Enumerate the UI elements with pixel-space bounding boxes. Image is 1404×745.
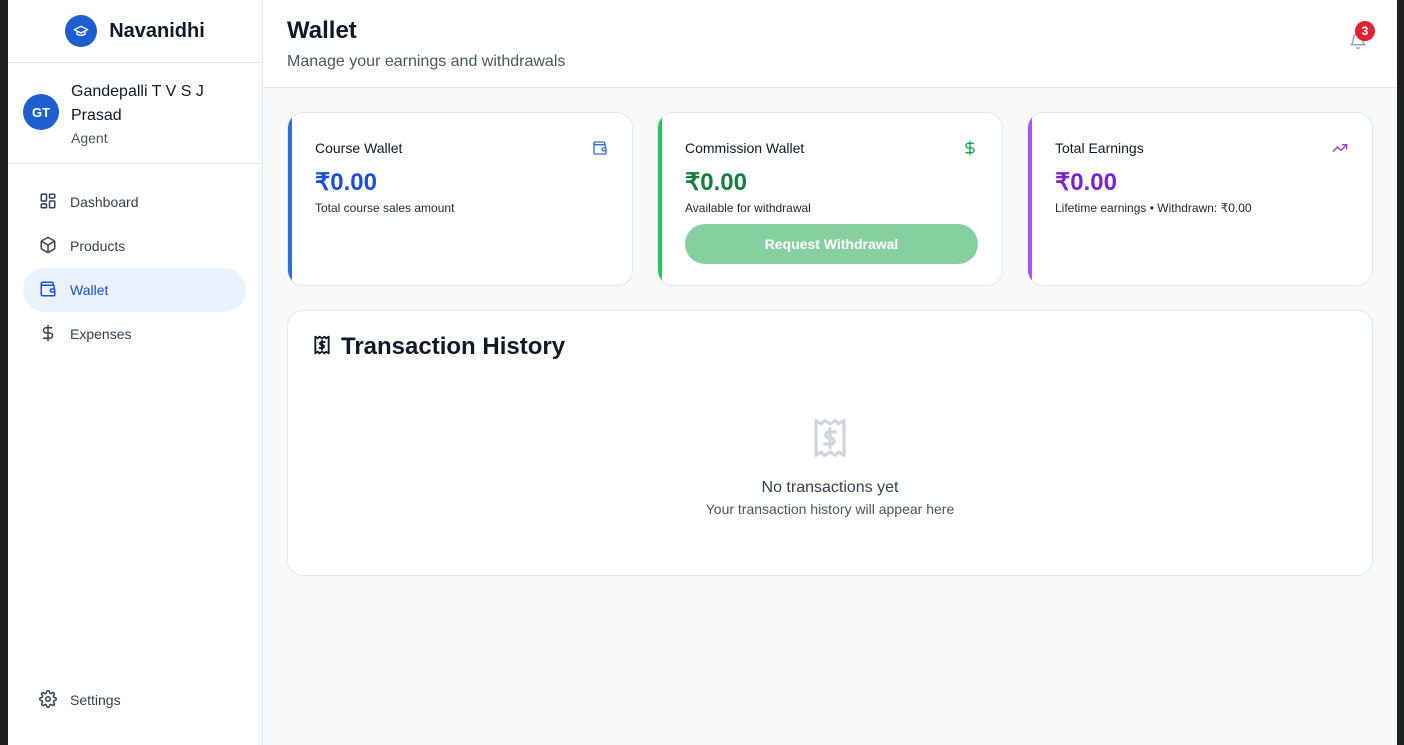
sidebar-item-label: Products xyxy=(70,238,126,254)
sidebar-item-label: Expenses xyxy=(70,326,132,342)
total-earnings-amount: ₹0.00 xyxy=(1055,169,1117,196)
wallet-icon xyxy=(39,280,57,301)
sidebar-item-expenses[interactable]: Expenses xyxy=(23,312,246,356)
dollar-sign-icon xyxy=(39,324,57,345)
empty-state-title: No transactions yet xyxy=(761,479,899,496)
card-label: Course Wallet xyxy=(315,140,403,156)
transaction-history-panel: Transaction History No transactions yet … xyxy=(287,310,1373,576)
user-profile: GT Gandepalli T V S J Prasad Agent xyxy=(8,63,262,164)
sidebar: Navanidhi GT Gandepalli T V S J Prasad A… xyxy=(8,0,263,745)
gear-icon xyxy=(39,689,57,711)
app-window: Navanidhi GT Gandepalli T V S J Prasad A… xyxy=(8,0,1397,745)
empty-state: No transactions yet Your transaction his… xyxy=(288,415,1372,517)
card-label: Commission Wallet xyxy=(685,140,805,156)
card-label: Total Earnings xyxy=(1055,140,1144,156)
section-title: Transaction History xyxy=(341,333,566,360)
wallet-icon xyxy=(592,140,608,156)
sidebar-item-settings[interactable]: Settings xyxy=(23,678,247,722)
card-description: Lifetime earnings • Withdrawn: ₹0.00 xyxy=(1055,201,1252,215)
sidebar-item-wallet[interactable]: Wallet xyxy=(23,268,246,312)
brand-header[interactable]: Navanidhi xyxy=(8,0,262,63)
sidebar-nav: Dashboard Products Wallet Expenses xyxy=(8,164,262,356)
request-withdrawal-button[interactable]: Request Withdrawal xyxy=(685,224,978,264)
notification-badge: 3 xyxy=(1355,21,1375,41)
brand-name: Navanidhi xyxy=(109,19,205,42)
main-content: Wallet Manage your earnings and withdraw… xyxy=(263,0,1397,745)
course-wallet-card: Course Wallet ₹0.00 Total course sales a… xyxy=(287,112,633,286)
sidebar-item-label: Wallet xyxy=(70,282,109,298)
course-wallet-amount: ₹0.00 xyxy=(315,169,377,196)
sidebar-item-products[interactable]: Products xyxy=(23,224,246,268)
dashboard-grid-icon xyxy=(39,192,57,213)
page-title: Wallet xyxy=(287,17,357,44)
sidebar-item-label: Dashboard xyxy=(70,194,139,210)
page-header: Wallet Manage your earnings and withdraw… xyxy=(263,0,1397,88)
user-role: Agent xyxy=(71,130,108,146)
user-name: Gandepalli T V S J Prasad xyxy=(71,83,204,124)
sidebar-item-label: Settings xyxy=(70,692,121,708)
graduation-cap-icon xyxy=(65,15,98,47)
dollar-sign-icon xyxy=(962,140,978,156)
receipt-icon xyxy=(312,335,332,360)
commission-wallet-amount: ₹0.00 xyxy=(685,169,747,196)
avatar: GT xyxy=(23,94,59,130)
wallet-summary-cards: Course Wallet ₹0.00 Total course sales a… xyxy=(287,112,1373,286)
package-icon xyxy=(39,236,57,257)
sidebar-item-dashboard[interactable]: Dashboard xyxy=(23,180,246,224)
commission-wallet-card: Commission Wallet ₹0.00 Available for wi… xyxy=(657,112,1003,286)
page-subtitle: Manage your earnings and withdrawals xyxy=(287,53,566,70)
card-description: Total course sales amount xyxy=(315,201,455,215)
card-description: Available for withdrawal xyxy=(685,201,811,215)
total-earnings-card: Total Earnings ₹0.00 Lifetime earnings •… xyxy=(1027,112,1373,286)
sidebar-footer: Settings xyxy=(23,678,247,722)
receipt-icon xyxy=(288,415,1372,461)
empty-state-subtitle: Your transaction history will appear her… xyxy=(705,501,955,517)
trending-up-icon xyxy=(1332,140,1348,156)
